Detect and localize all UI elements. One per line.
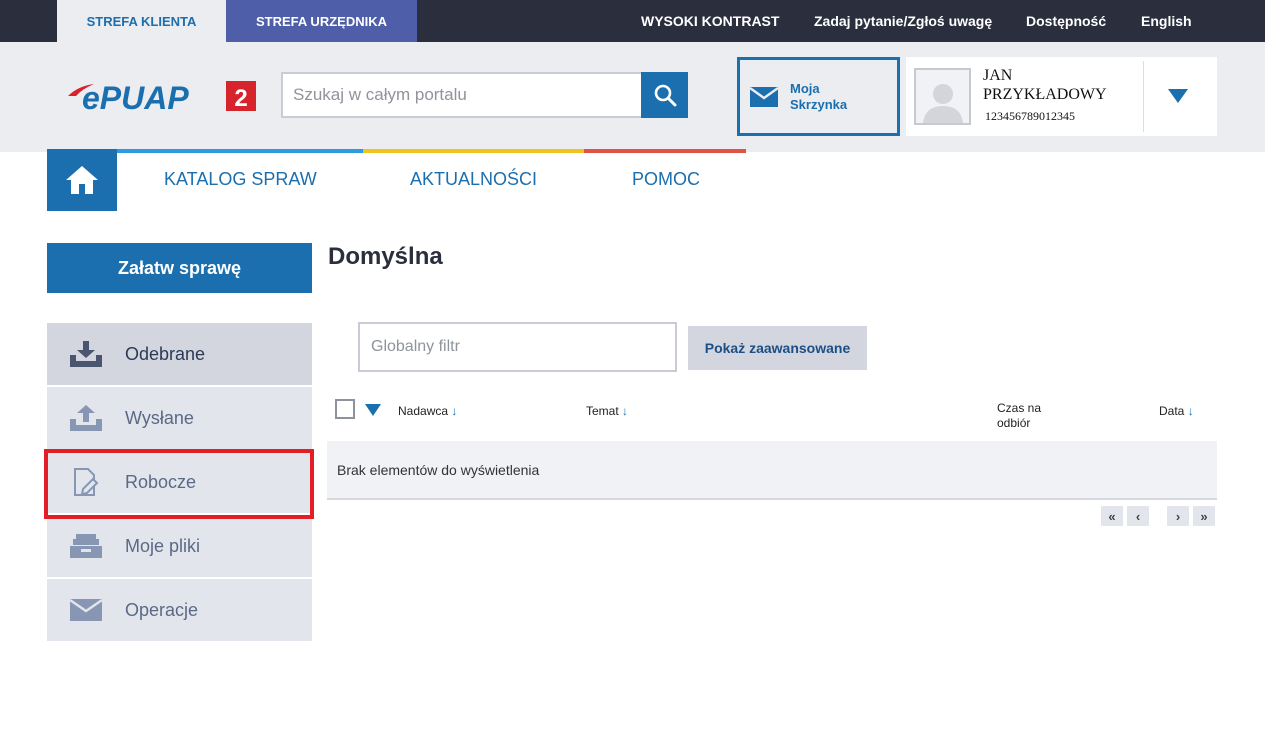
page-title: Domyślna xyxy=(328,243,443,270)
ask-question-link[interactable]: Zadaj pytanie/Zgłoś uwagę xyxy=(814,0,992,42)
user-last-name: PRZYKŁADOWY xyxy=(983,86,1107,103)
download-tray-icon xyxy=(47,341,125,367)
language-link[interactable]: English xyxy=(1141,0,1192,42)
envelope-icon xyxy=(47,599,125,621)
upload-tray-icon xyxy=(47,405,125,431)
epuap-logo[interactable]: ePUAP 2 xyxy=(68,80,258,116)
logo-text: ePUAP xyxy=(82,80,189,112)
select-menu-toggle[interactable] xyxy=(365,403,381,421)
user-id: 123456789012345 xyxy=(985,109,1075,123)
column-label: Temat xyxy=(586,404,619,418)
pager-next-button[interactable]: › xyxy=(1167,506,1189,526)
sidebar-item-odebrane[interactable]: Odebrane xyxy=(47,323,312,385)
search-placeholder: Szukaj w całym portalu xyxy=(293,85,467,104)
inbox-label-2: Skrzynka xyxy=(790,96,848,112)
logo-version: 2 xyxy=(234,85,247,112)
zalatw-sprawe-button[interactable]: Załatw sprawę xyxy=(47,243,312,293)
column-header-temat[interactable]: Temat ↓ xyxy=(586,404,628,418)
tab-strefa-urzednika[interactable]: STREFA URZĘDNIKA xyxy=(226,0,417,42)
sidebar-item-label: Robocze xyxy=(125,471,197,492)
sidebar-item-label: Wysłane xyxy=(125,407,194,428)
search-input[interactable]: Szukaj w całym portalu xyxy=(281,72,643,118)
column-label: Czas na odbiór xyxy=(997,401,1042,430)
user-menu-toggle[interactable] xyxy=(1168,89,1188,108)
sidebar-item-label: Odebrane xyxy=(125,343,206,364)
show-advanced-button[interactable]: Pokaż zaawansowane xyxy=(688,326,867,370)
column-header-data[interactable]: Data ↓ xyxy=(1159,404,1194,418)
select-all-checkbox[interactable] xyxy=(335,399,355,419)
pager-prev-button[interactable]: ‹ xyxy=(1127,506,1149,526)
sidebar-item-wyslane[interactable]: Wysłane xyxy=(47,387,312,449)
nav-stripe-yellow xyxy=(363,149,584,153)
edit-document-icon xyxy=(47,468,125,496)
caret-down-icon xyxy=(1168,89,1188,103)
home-icon xyxy=(66,166,98,194)
sidebar-item-label: Moje pliki xyxy=(125,535,201,556)
sidebar: Odebrane Wysłane Robocze Moje pliki Oper… xyxy=(47,323,312,643)
user-first-name: JAN xyxy=(983,67,1013,84)
nav-item-aktualnosci[interactable]: AKTUALNOŚCI xyxy=(410,169,537,190)
search-icon xyxy=(654,84,676,107)
column-label: Data xyxy=(1159,404,1185,418)
caret-down-icon xyxy=(365,404,381,416)
empty-message-row: Brak elementów do wyświetlenia xyxy=(327,441,1217,500)
sort-arrow-icon: ↓ xyxy=(1187,404,1194,418)
accessibility-link[interactable]: Dostępność xyxy=(1026,0,1106,42)
file-drawer-icon xyxy=(47,534,125,558)
high-contrast-link[interactable]: WYSOKI KONTRAST xyxy=(641,0,779,42)
divider xyxy=(1143,61,1144,132)
empty-message: Brak elementów do wyświetlenia xyxy=(337,461,540,478)
my-inbox-button[interactable]: Moja Skrzynka xyxy=(737,57,900,136)
sort-arrow-icon: ↓ xyxy=(451,404,458,418)
inbox-label-1: Moja xyxy=(790,80,820,96)
avatar xyxy=(914,68,971,125)
filter-placeholder: Globalny filtr xyxy=(371,338,460,355)
sort-arrow-icon: ↓ xyxy=(622,404,629,418)
nav-stripe-blue xyxy=(117,149,363,153)
top-bar: STREFA KLIENTA STREFA URZĘDNIKA WYSOKI K… xyxy=(0,0,1265,42)
home-button[interactable] xyxy=(47,149,117,211)
sidebar-item-label: Operacje xyxy=(125,599,199,620)
nav-item-pomoc[interactable]: POMOC xyxy=(632,169,700,190)
column-header-nadawca[interactable]: Nadawca ↓ xyxy=(398,404,457,418)
sidebar-item-moje-pliki[interactable]: Moje pliki xyxy=(47,515,312,577)
user-name: JAN PRZYKŁADOWY xyxy=(983,66,1143,104)
column-label: Nadawca xyxy=(398,404,449,418)
tab-strefa-klienta[interactable]: STREFA KLIENTA xyxy=(57,0,226,42)
user-silhouette-icon xyxy=(922,84,963,123)
pager-last-button[interactable]: » xyxy=(1193,506,1215,526)
pager-first-button[interactable]: « xyxy=(1101,506,1123,526)
sidebar-item-robocze[interactable]: Robocze xyxy=(47,451,312,513)
search-button[interactable] xyxy=(641,72,688,118)
sidebar-item-operacje[interactable]: Operacje xyxy=(47,579,312,641)
nav-stripe-red xyxy=(584,149,746,153)
envelope-icon xyxy=(750,86,778,107)
user-panel: JAN PRZYKŁADOWY 123456789012345 xyxy=(906,57,1217,136)
main-nav: KATALOG SPRAW AKTUALNOŚCI POMOC xyxy=(0,149,1265,211)
column-header-czas-na-odbior: Czas na odbiór xyxy=(997,401,1057,431)
global-filter-input[interactable]: Globalny filtr xyxy=(358,322,677,372)
nav-item-katalog-spraw[interactable]: KATALOG SPRAW xyxy=(164,169,317,190)
